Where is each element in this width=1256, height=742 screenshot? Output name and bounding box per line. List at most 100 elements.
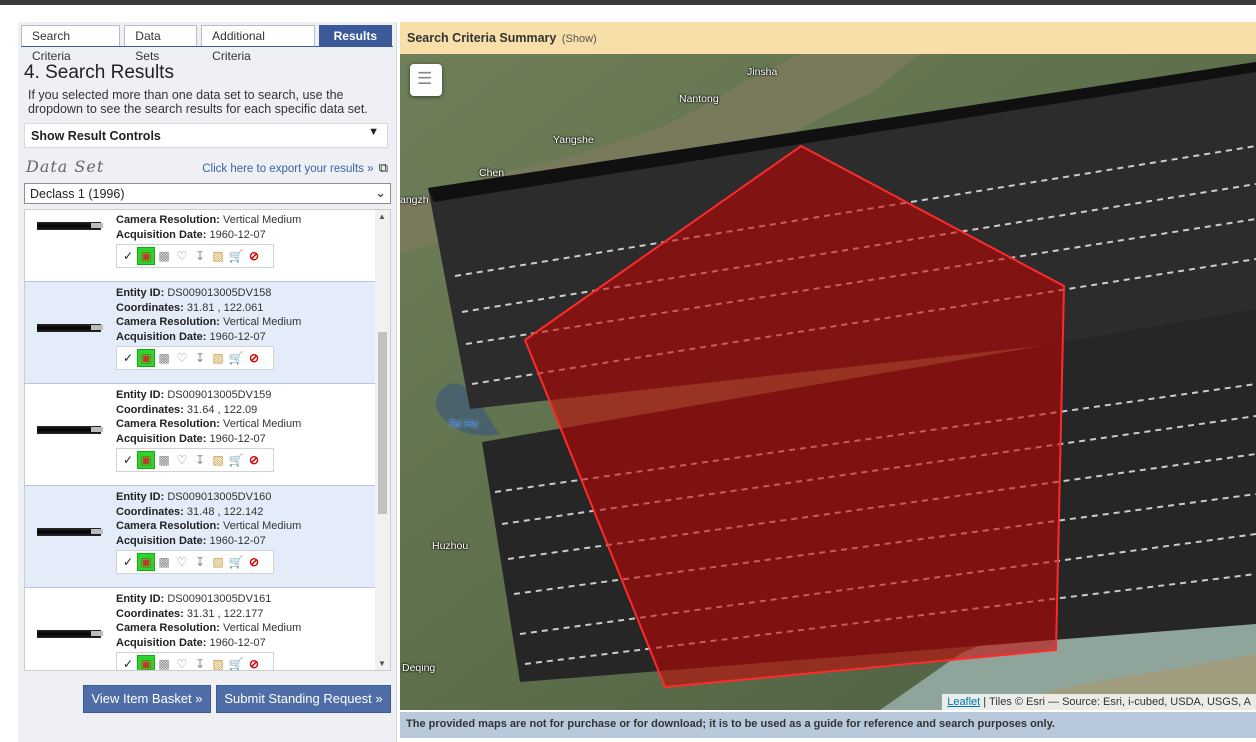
camera-resolution-line: Camera Resolution: Vertical Medium: [116, 213, 301, 228]
camera-resolution-line: Camera Resolution: Vertical Medium: [116, 315, 301, 330]
overlay-icon[interactable]: ▣: [137, 655, 155, 670]
result-thumbnail[interactable]: [37, 528, 103, 536]
acquisition-date-label: Acquisition Date:: [116, 330, 207, 343]
bulk-order-icon[interactable]: ▧: [210, 452, 226, 468]
download-icon[interactable]: ↧: [192, 656, 208, 670]
map-attribution: Leaflet | Tiles © Esri — Source: Esri, i…: [942, 694, 1256, 710]
footprint-icon[interactable]: ✓: [120, 350, 136, 366]
leaflet-link[interactable]: Leaflet: [947, 696, 980, 708]
export-results-link[interactable]: Click here to export your results » ⧉: [202, 160, 388, 176]
footprint-icon[interactable]: ✓: [120, 656, 136, 670]
result-actions: ✓ ▣ ▩ ♡ ↧ ▧ 🛒 ⊘: [116, 244, 274, 268]
overlay-icon[interactable]: ▣: [137, 553, 155, 571]
coordinates-line: Coordinates: 31.64 , 122.09: [116, 403, 257, 418]
entity-id-label: Entity ID:: [116, 593, 165, 605]
bulk-order-icon[interactable]: ▧: [210, 656, 226, 670]
map-disclaimer: The provided maps are not for purchase o…: [400, 712, 1256, 738]
entity-id-value: DS009013005DV160: [167, 491, 272, 503]
entity-id-value: DS009013005DV161: [167, 593, 272, 605]
acquisition-date-label: Acquisition Date:: [116, 534, 207, 547]
entity-id-label: Entity ID:: [116, 287, 165, 299]
place-label: Deqing: [402, 662, 436, 674]
download-icon[interactable]: ↧: [192, 554, 208, 570]
summary-show-link[interactable]: (Show): [562, 33, 597, 45]
coordinates-line: Coordinates: 31.48 , 122.142: [116, 505, 263, 520]
disclaimer-text: The provided maps are not for purchase o…: [406, 718, 1055, 730]
scroll-down-icon[interactable]: ▼: [378, 659, 386, 668]
exclude-icon[interactable]: ⊘: [246, 656, 262, 670]
footprint-icon[interactable]: ✓: [120, 554, 136, 570]
overlay-icon[interactable]: ▣: [137, 349, 155, 367]
scrollbar-thumb[interactable]: [378, 332, 387, 514]
view-item-basket-button[interactable]: View Item Basket »: [83, 685, 211, 713]
download-icon[interactable]: ↧: [192, 248, 208, 264]
order-icon[interactable]: 🛒: [228, 452, 244, 468]
result-controls-label: Show Result Controls: [31, 129, 161, 143]
compare-icon[interactable]: ♡: [174, 248, 190, 264]
layers-control-button[interactable]: ☰: [410, 64, 442, 96]
order-icon[interactable]: 🛒: [228, 554, 244, 570]
result-item: Entity ID: DS009013005DV159 Coordinates: …: [25, 384, 375, 486]
exclude-icon[interactable]: ⊘: [246, 350, 262, 366]
camera-resolution-label: Camera Resolution:: [116, 316, 220, 328]
browse-icon[interactable]: ▩: [156, 554, 172, 570]
exclude-icon[interactable]: ⊘: [246, 554, 262, 570]
tab-underline: [21, 46, 393, 47]
entity-id-line: Entity ID: DS009013005DV161: [116, 592, 271, 607]
compare-icon[interactable]: ♡: [174, 452, 190, 468]
order-icon[interactable]: 🛒: [228, 350, 244, 366]
footprint-icon[interactable]: ✓: [120, 248, 136, 264]
result-item: Entity ID: DS009013005DV161 Coordinates: …: [25, 588, 375, 670]
bulk-order-icon[interactable]: ▧: [210, 554, 226, 570]
bulk-order-icon[interactable]: ▧: [210, 248, 226, 264]
order-icon[interactable]: 🛒: [228, 656, 244, 670]
result-thumbnail[interactable]: [37, 630, 103, 638]
acquisition-date-label: Acquisition Date:: [116, 228, 207, 241]
order-icon[interactable]: 🛒: [228, 248, 244, 264]
map-panel: Search Criteria Summary (Show) ☰ Jinsha …: [400, 22, 1256, 742]
entity-id-label: Entity ID:: [116, 491, 165, 503]
coordinates-label: Coordinates:: [116, 505, 184, 518]
download-icon[interactable]: ↧: [192, 452, 208, 468]
overlay-icon[interactable]: ▣: [137, 451, 155, 469]
browse-icon[interactable]: ▩: [156, 248, 172, 264]
exclude-icon[interactable]: ⊘: [246, 452, 262, 468]
tab-search-criteria[interactable]: Search Criteria: [21, 25, 121, 63]
results-list: Entity ID: Coordinates: Camera Resolutio…: [24, 209, 391, 671]
download-icon[interactable]: ↧: [192, 350, 208, 366]
tab-additional-criteria[interactable]: Additional Criteria: [201, 25, 315, 63]
overlay-icon[interactable]: ▣: [137, 247, 155, 265]
tab-data-sets[interactable]: Data Sets: [124, 25, 198, 63]
compare-icon[interactable]: ♡: [174, 656, 190, 670]
browse-icon[interactable]: ▩: [156, 656, 172, 670]
camera-resolution-value: Vertical Medium: [222, 520, 302, 532]
submit-standing-request-button[interactable]: Submit Standing Request »: [216, 685, 391, 713]
browse-icon[interactable]: ▩: [156, 350, 172, 366]
exclude-icon[interactable]: ⊘: [246, 248, 262, 264]
entity-id-line: Entity ID: DS009013005DV160: [116, 490, 271, 505]
bulk-order-icon[interactable]: ▧: [210, 350, 226, 366]
data-set-select[interactable]: Declass 1 (1996) ⌄: [24, 183, 391, 204]
place-label: Huzhou: [432, 540, 469, 552]
acquisition-date-label: Acquisition Date:: [116, 636, 207, 649]
compare-icon[interactable]: ♡: [174, 350, 190, 366]
tab-results[interactable]: Results: [318, 25, 392, 46]
browse-icon[interactable]: ▩: [156, 452, 172, 468]
camera-resolution-value: Vertical Medium: [222, 214, 302, 226]
compare-icon[interactable]: ♡: [174, 554, 190, 570]
search-criteria-summary-bar: Search Criteria Summary (Show): [400, 22, 1256, 54]
data-set-label: Data Set: [26, 157, 105, 176]
footprint-icon[interactable]: ✓: [120, 452, 136, 468]
map-view[interactable]: ☰ Jinsha Nantong Yangshe Chen angzh Tai …: [400, 54, 1256, 710]
result-thumbnail[interactable]: [37, 222, 103, 230]
show-result-controls-toggle[interactable]: Show Result Controls ▼: [24, 123, 388, 148]
result-thumbnail[interactable]: [37, 324, 103, 332]
entity-id-value: DS009013005DV158: [167, 287, 272, 299]
results-scrollbar[interactable]: ▲ ▼: [375, 210, 390, 670]
acquisition-date-line: Acquisition Date: 1960-12-07: [116, 636, 266, 651]
result-actions: ✓ ▣ ▩ ♡ ↧ ▧ 🛒 ⊘: [116, 346, 274, 370]
result-thumbnail[interactable]: [37, 426, 103, 434]
place-label: Chen: [479, 167, 505, 179]
scroll-up-icon[interactable]: ▲: [378, 212, 386, 221]
chevron-down-icon: ⌄: [375, 185, 386, 200]
